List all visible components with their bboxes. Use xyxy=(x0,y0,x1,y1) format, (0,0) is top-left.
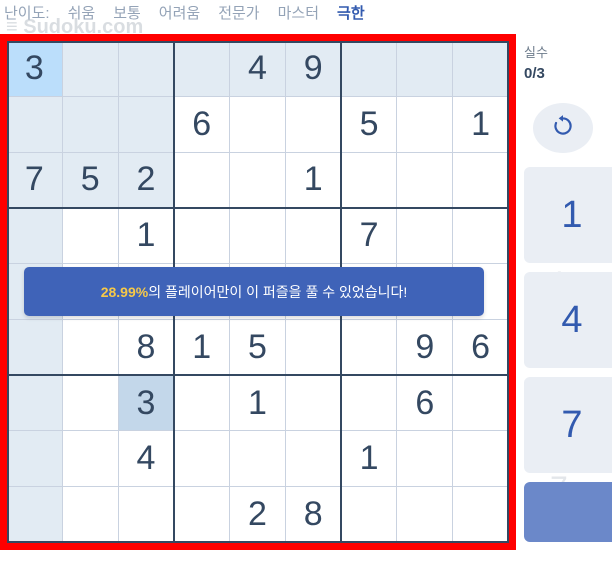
sudoku-cell[interactable] xyxy=(397,487,454,543)
sudoku-cell[interactable] xyxy=(453,375,509,432)
sudoku-cell[interactable] xyxy=(174,41,231,97)
sudoku-cell[interactable]: 7 xyxy=(7,152,63,209)
difficulty-label: 난이도: xyxy=(4,4,50,22)
sudoku-cell[interactable] xyxy=(285,319,342,376)
undo-icon xyxy=(550,113,576,143)
sudoku-cell[interactable]: 2 xyxy=(118,152,175,209)
difficulty-hard[interactable]: 어려움 xyxy=(159,2,200,23)
sudoku-cell[interactable]: 1 xyxy=(174,319,231,376)
sudoku-cell[interactable] xyxy=(7,431,63,488)
stats-banner: 28.99% 의 플레이어만이 이 퍼즐을 풀 수 있었습니다! xyxy=(24,267,484,316)
sudoku-cell[interactable] xyxy=(230,431,286,488)
sudoku-cell[interactable]: 4 xyxy=(118,431,175,488)
sudoku-cell[interactable] xyxy=(397,208,454,265)
mistakes-label: 실수 xyxy=(524,45,548,60)
grid-line xyxy=(7,374,509,376)
sudoku-cell[interactable]: 4 xyxy=(230,41,286,97)
sudoku-cell[interactable] xyxy=(118,41,175,97)
sudoku-cell[interactable]: 8 xyxy=(118,319,175,376)
mistakes-value: 0/3 xyxy=(524,65,545,82)
undo-button[interactable] xyxy=(533,103,593,153)
sudoku-cell[interactable] xyxy=(453,431,509,488)
sudoku-cell[interactable] xyxy=(453,208,509,265)
sudoku-cell[interactable] xyxy=(7,487,63,543)
sudoku-cell[interactable]: 5 xyxy=(230,319,286,376)
number-key-7[interactable]: 7 xyxy=(524,377,612,473)
mistakes-counter: 실수 0/3 xyxy=(524,42,548,82)
sudoku-cell[interactable] xyxy=(285,208,342,265)
sudoku-cell[interactable] xyxy=(174,375,231,432)
sudoku-cell[interactable] xyxy=(7,319,63,376)
sudoku-cell[interactable] xyxy=(7,208,63,265)
sudoku-cell[interactable]: 3 xyxy=(7,41,63,97)
sudoku-cell[interactable] xyxy=(62,319,119,376)
grid-line xyxy=(7,41,509,43)
sudoku-cell[interactable] xyxy=(118,96,175,153)
grid-line xyxy=(7,541,509,543)
sudoku-cell[interactable] xyxy=(7,375,63,432)
difficulty-easy[interactable]: 쉬움 xyxy=(68,2,96,23)
sudoku-cell[interactable]: 8 xyxy=(285,487,342,543)
sudoku-cell[interactable] xyxy=(285,375,342,432)
sudoku-cell[interactable] xyxy=(174,487,231,543)
sudoku-cell[interactable]: 9 xyxy=(397,319,454,376)
sudoku-cell[interactable] xyxy=(285,96,342,153)
sudoku-cell[interactable]: 6 xyxy=(397,375,454,432)
sudoku-cell[interactable] xyxy=(453,152,509,209)
number-key-4[interactable]: 4 xyxy=(524,272,612,368)
sudoku-cell[interactable] xyxy=(62,96,119,153)
grid-line xyxy=(7,41,9,543)
grid-line xyxy=(7,207,509,209)
sudoku-cell[interactable] xyxy=(341,152,398,209)
sudoku-cell[interactable]: 1 xyxy=(285,152,342,209)
number-key-1[interactable]: 1 xyxy=(524,167,612,263)
difficulty-expert[interactable]: 전문가 xyxy=(218,2,259,23)
sudoku-cell[interactable] xyxy=(174,152,231,209)
stats-text: 의 플레이어만이 이 퍼즐을 풀 수 있었습니다! xyxy=(148,283,408,300)
sudoku-cell[interactable] xyxy=(341,375,398,432)
difficulty-master[interactable]: 마스터 xyxy=(278,2,319,23)
sudoku-cell[interactable] xyxy=(341,487,398,543)
sudoku-cell[interactable]: 6 xyxy=(174,96,231,153)
sudoku-cell[interactable]: 6 xyxy=(453,319,509,376)
sudoku-cell[interactable]: 5 xyxy=(341,96,398,153)
sudoku-cell[interactable] xyxy=(118,487,175,543)
sudoku-cell[interactable] xyxy=(397,96,454,153)
sudoku-cell[interactable]: 9 xyxy=(285,41,342,97)
stats-percent: 28.99% xyxy=(100,283,149,300)
sudoku-cell[interactable] xyxy=(7,96,63,153)
sudoku-cell[interactable] xyxy=(230,96,286,153)
sudoku-cell[interactable]: 7 xyxy=(341,208,398,265)
sudoku-cell[interactable] xyxy=(397,152,454,209)
sudoku-cell[interactable]: 2 xyxy=(230,487,286,543)
sudoku-cell[interactable] xyxy=(230,152,286,209)
sudoku-cell[interactable]: 1 xyxy=(453,96,509,153)
sudoku-cell[interactable] xyxy=(230,208,286,265)
sudoku-cell[interactable] xyxy=(174,431,231,488)
difficulty-medium[interactable]: 보통 xyxy=(113,2,141,23)
sudoku-cell[interactable]: 1 xyxy=(341,431,398,488)
sudoku-cell[interactable] xyxy=(62,375,119,432)
sudoku-cell[interactable] xyxy=(62,208,119,265)
sudoku-cell[interactable] xyxy=(285,431,342,488)
sudoku-cell[interactable] xyxy=(397,41,454,97)
sudoku-cell[interactable]: 5 xyxy=(62,152,119,209)
sudoku-cell[interactable] xyxy=(453,41,509,97)
sudoku-cell[interactable] xyxy=(453,487,509,543)
sudoku-cell[interactable] xyxy=(174,208,231,265)
sudoku-cell[interactable]: 1 xyxy=(230,375,286,432)
sudoku-cell[interactable]: 1 xyxy=(118,208,175,265)
grid-line xyxy=(507,41,509,543)
sudoku-cell[interactable] xyxy=(62,41,119,97)
sudoku-cell[interactable] xyxy=(62,487,119,543)
sudoku-cell[interactable] xyxy=(62,431,119,488)
number-key-blank[interactable] xyxy=(524,482,612,542)
sudoku-cell[interactable]: 3 xyxy=(118,375,175,432)
difficulty-nav: 난이도: 쉬움 보통 어려움 전문가 마스터 극한 xyxy=(4,0,365,24)
sudoku-cell[interactable] xyxy=(341,41,398,97)
sudoku-cell[interactable] xyxy=(341,319,398,376)
sudoku-cell[interactable] xyxy=(397,431,454,488)
difficulty-extreme[interactable]: 극한 xyxy=(337,2,365,23)
